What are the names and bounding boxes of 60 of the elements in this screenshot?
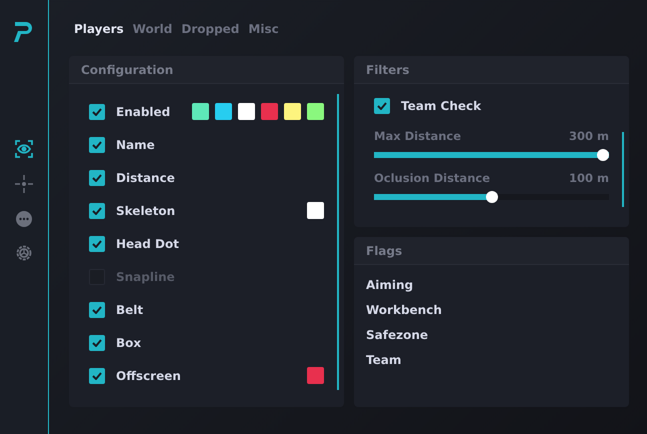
panel-title: Flags [354,237,629,265]
color-swatch[interactable] [215,103,232,120]
option-label: Team Check [401,98,482,112]
check-icon [377,102,387,110]
checkbox[interactable] [374,98,390,114]
checkbox[interactable] [89,170,105,186]
check-icon [92,108,102,116]
checkbox[interactable] [89,202,105,218]
flag-label: Team [366,353,402,369]
check-icon [92,174,102,182]
option-label: Offscreen [116,368,182,382]
tab[interactable]: Players [74,22,124,36]
color-swatch[interactable] [307,367,324,384]
slider[interactable] [374,191,609,203]
color-swatch[interactable] [284,103,301,120]
panel-title: Configuration [69,56,344,84]
panel-title: Filters [354,56,629,84]
color-swatch[interactable] [238,103,255,120]
option-label: Skeleton [116,204,176,218]
slider-label: Max Distance [374,129,462,143]
flag-label: Workbench [366,303,443,319]
slider-value: 100 m [569,171,609,185]
color-swatch[interactable] [307,103,324,120]
color-swatch[interactable] [261,103,278,120]
color-swatch[interactable] [192,103,209,120]
check-icon [92,206,102,214]
flag-label: Aiming [366,278,414,294]
slider-value: 300 m [569,129,609,143]
option-label: Box [116,336,142,350]
color-swatch[interactable] [307,202,324,219]
option-label: Name [116,138,156,152]
option-label: Snapline [116,270,176,284]
option-label: Distance [116,170,176,184]
slider-label: Oclusion Distance [374,171,490,185]
option-label: Head Dot [116,236,180,250]
scrollbar[interactable] [622,132,624,207]
checkbox[interactable] [89,236,105,252]
tab[interactable]: Dropped [181,22,240,36]
checkbox[interactable] [89,302,105,318]
checkbox[interactable] [89,334,105,350]
eye-icon[interactable] [15,140,33,158]
check-icon [92,240,102,248]
check-icon [92,372,102,380]
option-label: Enabled [116,104,172,118]
flag-label: Safezone [366,328,430,344]
check-icon [92,338,102,346]
crosshair-icon[interactable] [14,174,34,194]
checkbox[interactable] [89,104,105,120]
tab[interactable]: Misc [248,22,279,36]
scrollbar[interactable] [337,94,339,390]
checkbox[interactable] [89,368,105,384]
logo-icon [13,20,35,44]
check-icon [92,140,102,148]
more-icon[interactable] [15,210,33,228]
settings-icon[interactable] [15,244,33,262]
option-label: Belt [116,302,144,316]
check-icon [92,306,102,314]
slider[interactable] [374,149,609,161]
tab[interactable]: World [132,22,172,36]
checkbox[interactable] [89,136,105,152]
